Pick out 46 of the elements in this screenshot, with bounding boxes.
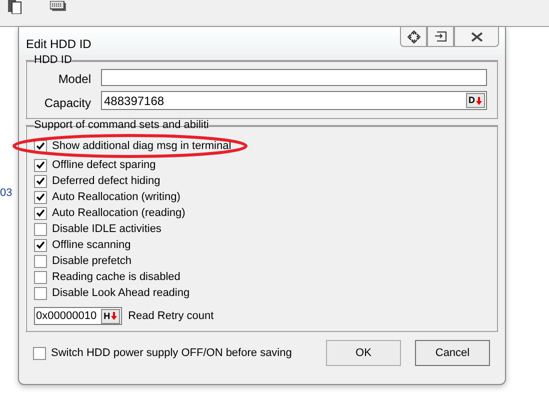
check-icon xyxy=(36,241,45,249)
checkbox[interactable] xyxy=(34,286,47,300)
checkbox-label[interactable]: Disable Look Ahead reading xyxy=(52,287,190,299)
field-label: Read Retry count xyxy=(128,310,214,322)
format-button[interactable]: H xyxy=(100,308,120,324)
capacity-field[interactable]: 488397168 D xyxy=(101,91,487,110)
checkbox-label[interactable]: Deferred defect hiding xyxy=(52,175,160,187)
checkbox-label[interactable]: Auto Reallocation (reading) xyxy=(52,207,186,219)
checkbox-label[interactable]: Disable IDLE activities xyxy=(52,223,162,235)
arrow-down-icon xyxy=(476,96,482,104)
checkbox-label[interactable]: Switch HDD power supply OFF/ON before saving xyxy=(51,347,292,359)
checkbox[interactable] xyxy=(34,270,47,284)
move-icon xyxy=(406,30,420,44)
format-button[interactable]: D xyxy=(466,93,485,108)
arrow-into-box-icon xyxy=(434,30,448,42)
minimize-to-tray-button[interactable] xyxy=(427,27,454,47)
checkbox[interactable] xyxy=(34,254,47,268)
check-icon xyxy=(36,142,45,150)
dialog-button[interactable]: OK xyxy=(326,340,401,366)
checkbox[interactable] xyxy=(34,206,47,220)
dialog-button[interactable]: Cancel xyxy=(415,340,490,366)
field-label: Model xyxy=(57,72,91,86)
field-label: Capacity xyxy=(43,96,91,110)
documents-icon[interactable] xyxy=(8,0,22,14)
checkbox[interactable] xyxy=(34,238,47,252)
checkbox-label[interactable]: Reading cache is disabled xyxy=(52,271,180,283)
group-title: Support of command sets and abiliti xyxy=(34,120,209,131)
checkbox[interactable] xyxy=(34,190,47,204)
background-text: 03 xyxy=(0,187,12,199)
checkbox-label[interactable]: Offline defect sparing xyxy=(52,159,156,171)
close-button[interactable] xyxy=(454,27,499,47)
group-title: HDD ID xyxy=(34,55,72,66)
retry-count-field[interactable]: 0x00000010 H xyxy=(34,307,122,325)
checkbox[interactable] xyxy=(33,346,46,360)
close-icon xyxy=(470,32,482,42)
checkbox-label[interactable]: Offline scanning xyxy=(52,239,131,251)
checkbox-label[interactable]: Auto Reallocation (writing) xyxy=(52,191,180,203)
checkbox-label[interactable]: Disable prefetch xyxy=(52,255,132,267)
window-title: Edit HDD ID xyxy=(26,37,92,51)
checkbox[interactable] xyxy=(34,174,47,188)
move-button[interactable] xyxy=(400,27,427,47)
keyboard-icon[interactable] xyxy=(50,1,66,11)
checkbox[interactable] xyxy=(34,158,47,172)
checkbox[interactable] xyxy=(34,222,47,236)
model-field[interactable] xyxy=(101,68,487,86)
arrow-down-icon xyxy=(111,312,118,320)
